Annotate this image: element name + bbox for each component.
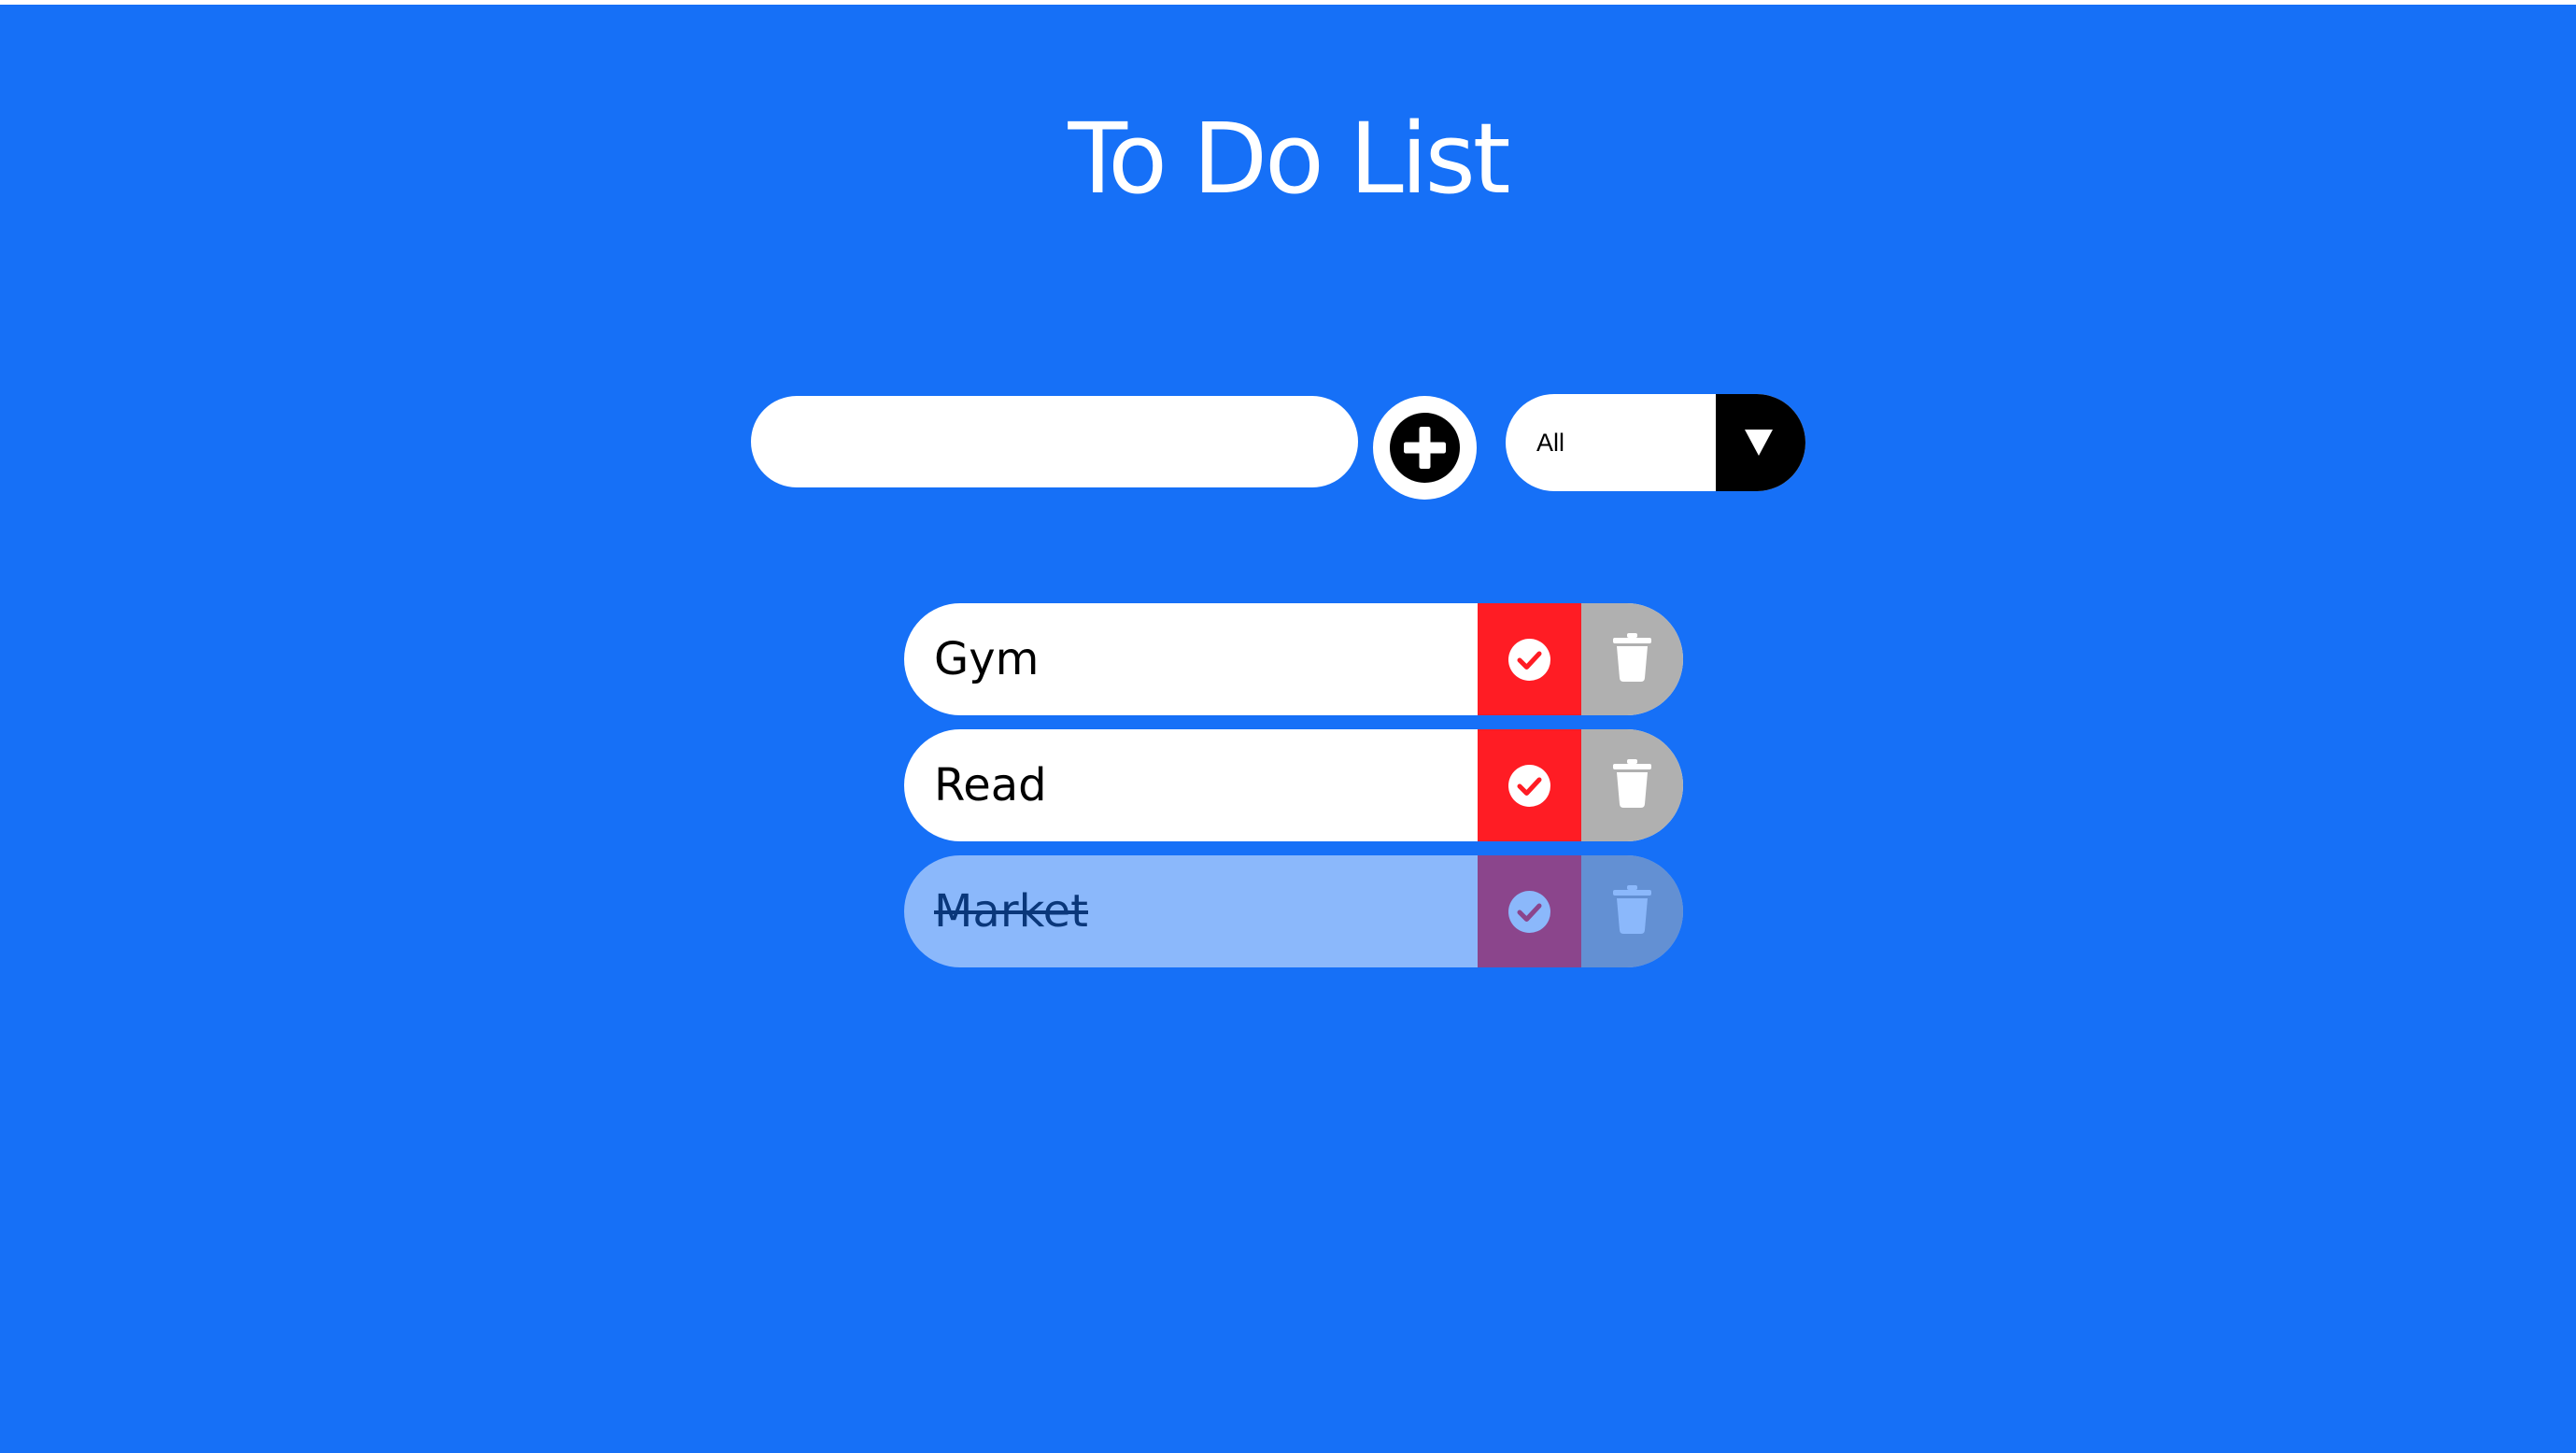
triangle-down-icon	[1745, 430, 1773, 456]
delete-button[interactable]	[1581, 603, 1683, 715]
check-circle-icon	[1508, 639, 1550, 681]
todo-item: Read	[904, 729, 1683, 841]
todo-input[interactable]	[751, 396, 1358, 487]
filter-dropdown-toggle[interactable]	[1716, 394, 1805, 491]
page-title: To Do List	[1068, 102, 1510, 216]
complete-button[interactable]	[1478, 603, 1581, 715]
todo-text: Gym	[934, 633, 1040, 685]
delete-button[interactable]	[1581, 729, 1683, 841]
todo-text: Market	[934, 885, 1088, 938]
filter-select[interactable]: All	[1506, 394, 1805, 491]
trash-icon	[1613, 759, 1651, 808]
check-circle-icon	[1508, 765, 1550, 807]
check-circle-icon	[1508, 891, 1550, 933]
todo-list: Gym Read Market	[904, 603, 1683, 981]
todo-item: Market	[904, 855, 1683, 967]
complete-button[interactable]	[1478, 855, 1581, 967]
plus-circle-icon	[1390, 413, 1460, 483]
trash-icon	[1613, 633, 1651, 682]
filter-selected-value: All	[1536, 429, 1565, 457]
todo-app: To Do List All Gym Read Market	[0, 5, 2576, 1453]
trash-icon	[1613, 885, 1651, 934]
complete-button[interactable]	[1478, 729, 1581, 841]
todo-text: Read	[934, 759, 1047, 811]
add-todo-button[interactable]	[1373, 396, 1477, 500]
delete-button[interactable]	[1581, 855, 1683, 967]
todo-item: Gym	[904, 603, 1683, 715]
